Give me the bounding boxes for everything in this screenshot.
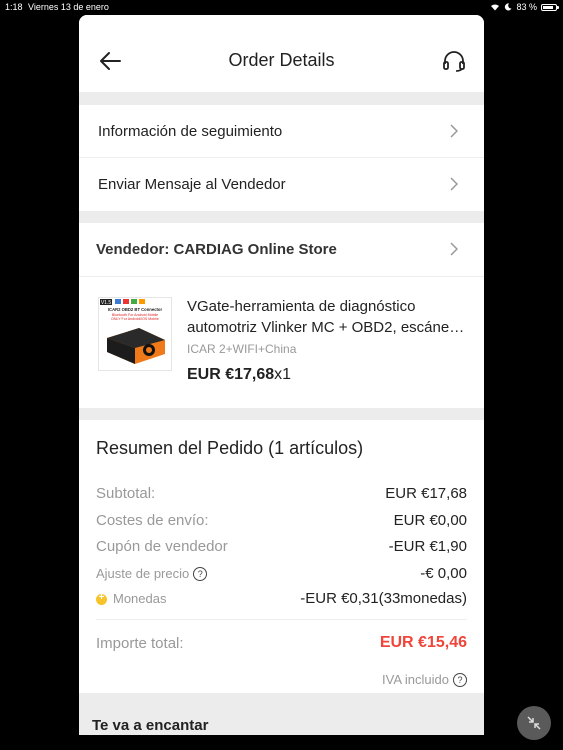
image-sub2: ONLY For Android/IOS Mobile xyxy=(111,317,159,321)
help-icon[interactable]: ? xyxy=(453,672,467,687)
divider xyxy=(96,619,467,620)
product-price-line: EUR €17,68x1 xyxy=(187,366,291,384)
shipping-line: Costes de envío: EUR €0,00 xyxy=(96,512,467,529)
price-adjust-label: Ajuste de precio xyxy=(96,565,190,581)
collapse-arrows-icon xyxy=(527,716,541,730)
status-date: Viernes 13 de enero xyxy=(28,2,109,12)
coins-label-wrap: Monedas xyxy=(96,591,166,606)
status-time: 1:18 xyxy=(5,2,23,12)
status-right: 83 % xyxy=(490,0,559,14)
seller-row[interactable]: Vendedor: CARDIAG Online Store xyxy=(79,223,484,275)
price-adjust-label-wrap: Ajuste de precio? xyxy=(96,565,208,582)
coins-label: Monedas xyxy=(113,591,167,606)
image-badge: V1.5 xyxy=(101,300,112,306)
product-item[interactable]: V1.5 ICAR2 OBD2 BT Connector Bluetooth F… xyxy=(79,277,484,408)
chevron-right-icon xyxy=(450,242,458,256)
total-value: EUR €15,46 xyxy=(379,634,467,651)
battery-percent: 83 % xyxy=(516,2,537,12)
product-title[interactable]: VGate-herramienta de diagnóstico automot… xyxy=(187,296,467,338)
coin-icon xyxy=(96,592,107,606)
moon-icon xyxy=(505,3,512,11)
seller-product-block: Vendedor: CARDIAG Online Store V1.5 ICAR… xyxy=(79,223,484,408)
battery-icon xyxy=(541,3,559,11)
order-details-sheet: Order Details Información de seguimiento… xyxy=(79,15,484,735)
subtotal-value: EUR €17,68 xyxy=(385,485,467,502)
obd-scanner-image: V1.5 ICAR2 OBD2 BT Connector Bluetooth F… xyxy=(99,298,171,370)
product-variant: ICAR 2+WIFI+China xyxy=(187,342,297,356)
recommend-title: Te va a encantar xyxy=(92,717,209,734)
coupon-line: Cupón de vendedor -EUR €1,90 xyxy=(96,538,467,555)
subtotal-line: Subtotal: EUR €17,68 xyxy=(96,485,467,502)
links-block: Información de seguimiento Enviar Mensaj… xyxy=(79,105,484,211)
total-label: Importe total: xyxy=(96,634,184,652)
help-icon[interactable]: ? xyxy=(193,567,208,582)
shipping-value: EUR €0,00 xyxy=(393,512,467,529)
coupon-value: -EUR €1,90 xyxy=(388,538,467,555)
header: Order Details xyxy=(79,15,484,92)
price-adjust-value: -€ 0,00 xyxy=(420,565,467,582)
chevron-right-icon xyxy=(450,177,458,191)
image-caption: ICAR2 OBD2 BT Connector xyxy=(108,307,163,312)
summary-title: Resumen del Pedido (1 artículos) xyxy=(96,438,364,458)
coupon-label: Cupón de vendedor xyxy=(96,538,228,555)
minimize-button[interactable] xyxy=(517,706,551,740)
subtotal-label: Subtotal: xyxy=(96,485,156,502)
seller-name: Vendedor: CARDIAG Online Store xyxy=(96,240,337,258)
wifi-icon xyxy=(491,4,500,11)
product-price: EUR €17,68 xyxy=(187,366,275,383)
status-bar: 1:18 Viernes 13 de enero 83 % xyxy=(0,0,563,14)
total-line: Importe total: EUR €15,46 xyxy=(96,634,467,652)
message-seller-row[interactable]: Enviar Mensaje al Vendedor xyxy=(79,158,484,210)
message-seller-label: Enviar Mensaje al Vendedor xyxy=(98,175,286,193)
chevron-right-icon xyxy=(450,124,458,138)
tracking-info-label: Información de seguimiento xyxy=(98,122,283,140)
shipping-label: Costes de envío: xyxy=(96,512,209,529)
price-adjust-line: Ajuste de precio? -€ 0,00 xyxy=(96,565,467,582)
coins-value: -EUR €0,31(33monedas) xyxy=(300,590,467,607)
headset-support-icon[interactable] xyxy=(442,50,466,72)
product-image[interactable]: V1.5 ICAR2 OBD2 BT Connector Bluetooth F… xyxy=(98,297,172,371)
iva-line: IVA incluido? xyxy=(382,672,467,687)
page-title: Order Details xyxy=(228,50,335,70)
iva-label: IVA incluido xyxy=(382,672,449,687)
tracking-info-row[interactable]: Información de seguimiento xyxy=(79,105,484,157)
product-quantity: x1 xyxy=(274,366,292,383)
order-summary-block: Resumen del Pedido (1 artículos) Subtota… xyxy=(79,420,484,693)
coins-line: Monedas -EUR €0,31(33monedas) xyxy=(96,590,467,607)
